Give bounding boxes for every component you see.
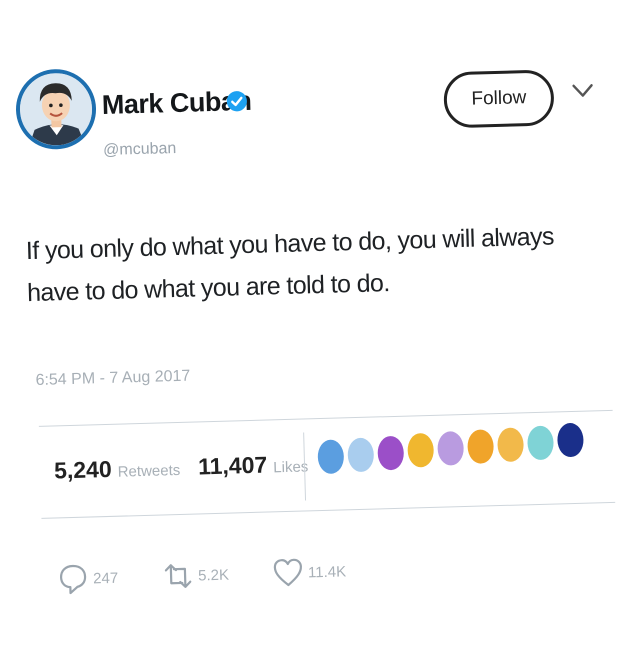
liker-avatar[interactable]	[407, 433, 435, 468]
liker-avatar[interactable]	[527, 425, 554, 460]
tweet-timestamp[interactable]: 6:54 PM - 7 Aug 2017	[35, 368, 190, 390]
liker-avatar[interactable]	[317, 439, 345, 475]
heart-icon	[273, 558, 302, 587]
liker-avatar[interactable]	[377, 435, 405, 471]
retweet-action-count: 5.2K	[197, 566, 230, 585]
reply-icon	[59, 564, 87, 595]
liker-avatars	[317, 423, 598, 480]
chevron-down-icon[interactable]	[571, 82, 593, 99]
tweet-actions: 247 5.2K 11.4K	[57, 553, 388, 607]
retweet-action[interactable]: 5.2K	[162, 558, 230, 594]
author-handle[interactable]: @mcuban	[103, 140, 177, 160]
retweet-icon	[164, 564, 192, 588]
like-action-count: 11.4K	[307, 562, 347, 581]
verified-badge-icon	[226, 91, 247, 112]
avatar[interactable]	[14, 68, 98, 151]
divider-bottom	[41, 501, 616, 519]
reply-count: 247	[92, 569, 119, 587]
like-action[interactable]: 11.4K	[272, 554, 347, 590]
liker-avatar[interactable]	[556, 423, 584, 458]
retweet-count[interactable]: 5,240	[54, 456, 112, 485]
liker-avatar[interactable]	[437, 431, 465, 466]
engagement-stats: 5,240 Retweets 11,407 Likes	[54, 450, 327, 485]
tweet-card: Mark Cuban @mcuban Follow If you only do…	[0, 0, 640, 649]
like-count[interactable]: 11,407	[198, 452, 268, 481]
liker-avatar[interactable]	[467, 429, 495, 464]
tweet-text: If you only do what you have to do, you …	[25, 222, 555, 308]
follow-button[interactable]: Follow	[443, 69, 555, 129]
avatar-illustration	[19, 72, 94, 147]
retweet-label[interactable]: Retweets	[117, 462, 180, 481]
divider-top	[38, 409, 613, 427]
liker-avatar[interactable]	[497, 427, 525, 462]
liker-avatar[interactable]	[347, 437, 375, 473]
reply-action[interactable]: 247	[57, 561, 119, 597]
